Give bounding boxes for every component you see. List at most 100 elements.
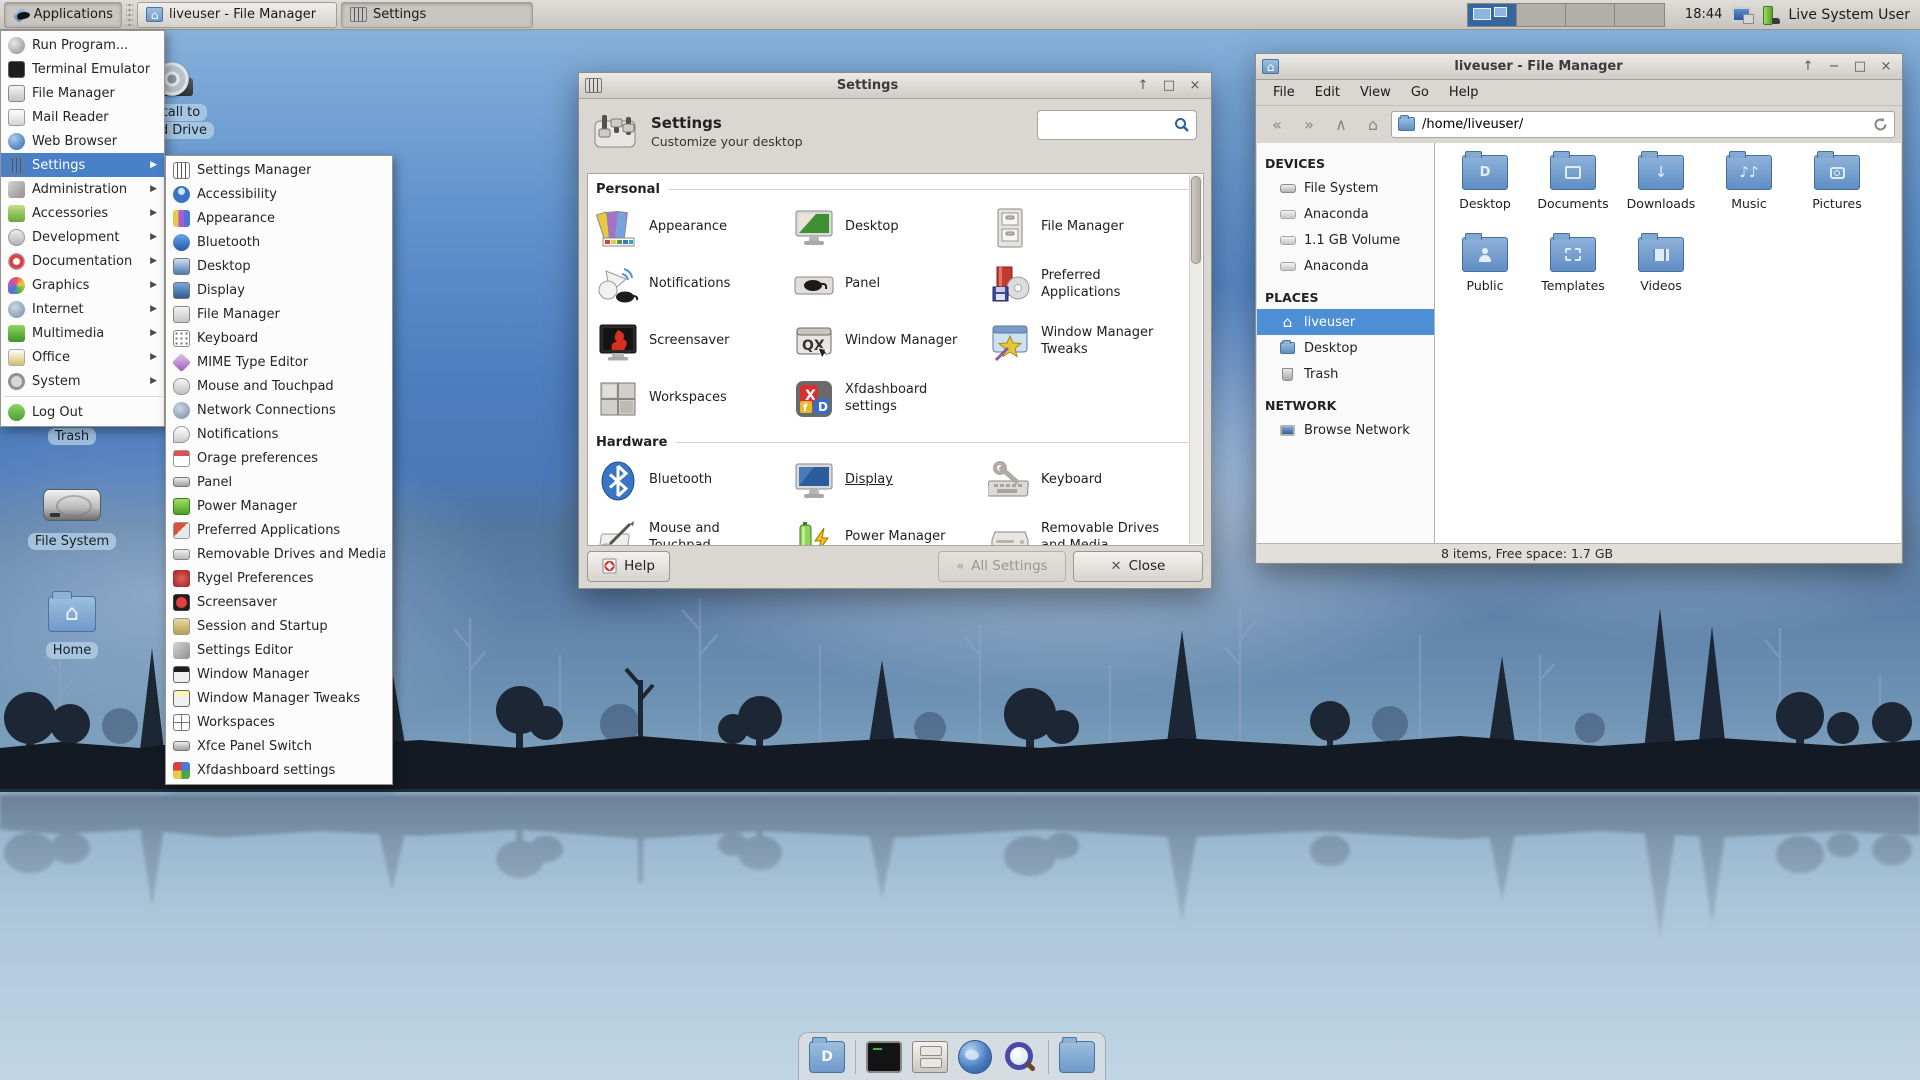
desktop-icon-file-system[interactable]: File System (17, 489, 127, 550)
dock-terminal-icon[interactable] (866, 1040, 902, 1073)
settings-window-titlebar[interactable]: Settings ↑ □ × (579, 73, 1211, 99)
folder-public[interactable]: Public (1441, 233, 1529, 319)
submenu-item-bluetooth[interactable]: Bluetooth (166, 230, 392, 254)
maximize-window-button[interactable]: □ (1850, 58, 1870, 76)
submenu-item-panel[interactable]: Panel (166, 470, 392, 494)
menu-item-multimedia[interactable]: Multimedia ▶ (1, 321, 164, 345)
settings-item-window-manager-tweaks[interactable]: Window Manager Tweaks (986, 313, 1182, 370)
submenu-item-power-manager[interactable]: Power Manager (166, 494, 392, 518)
settings-item-display[interactable]: Display (790, 452, 986, 509)
submenu-item-rygel-preferences[interactable]: Rygel Preferences (166, 566, 392, 590)
settings-search-input[interactable] (1044, 117, 1174, 133)
home-button[interactable]: ⌂ (1359, 111, 1387, 137)
help-button[interactable]: Help (587, 550, 670, 582)
dock-application-finder-icon[interactable] (1002, 1041, 1038, 1073)
menu-item-run-program[interactable]: Run Program... (1, 33, 164, 57)
submenu-item-orage-preferences[interactable]: Orage preferences (166, 446, 392, 470)
location-bar[interactable] (1391, 110, 1895, 138)
submenu-item-appearance[interactable]: Appearance (166, 206, 392, 230)
folder-pictures[interactable]: Pictures (1793, 151, 1881, 237)
submenu-item-window-manager-tweaks[interactable]: Window Manager Tweaks (166, 686, 392, 710)
folder-downloads[interactable]: ↓ Downloads (1617, 151, 1705, 237)
submenu-item-workspaces[interactable]: Workspaces (166, 710, 392, 734)
settings-item-desktop[interactable]: Desktop (790, 199, 986, 256)
settings-item-file-manager[interactable]: File Manager (986, 199, 1182, 256)
workspace-switcher[interactable] (1466, 2, 1665, 27)
menu-item-file-manager[interactable]: File Manager (1, 81, 164, 105)
dock-web-browser-icon[interactable] (958, 1039, 992, 1074)
workspace-4[interactable] (1614, 3, 1664, 26)
settings-item-xfdashboard-settings[interactable]: X f D Xfdashboard settings (790, 370, 986, 427)
menu-file[interactable]: File (1264, 82, 1304, 103)
file-manager-titlebar[interactable]: liveuser - File Manager ↑ − □ × (1256, 54, 1902, 80)
workspace-1[interactable] (1467, 3, 1517, 26)
submenu-item-settings-editor[interactable]: Settings Editor (166, 638, 392, 662)
folder-videos[interactable]: Videos (1617, 233, 1705, 319)
submenu-item-xfce-panel-switch[interactable]: Xfce Panel Switch (166, 734, 392, 758)
submenu-item-preferred-applications[interactable]: Preferred Applications (166, 518, 392, 542)
menu-item-development[interactable]: Development ▶ (1, 225, 164, 249)
sidebar-item-anaconda-2[interactable]: Anaconda (1257, 253, 1434, 279)
display-settings-tray-icon[interactable] (1732, 6, 1755, 24)
menu-item-accessories[interactable]: Accessories ▶ (1, 201, 164, 225)
menu-item-documentation[interactable]: Documentation ▶ (1, 249, 164, 273)
panel-clock[interactable]: 18:44 (1685, 7, 1722, 22)
menu-item-terminal-emulator[interactable]: Terminal Emulator (1, 57, 164, 81)
menu-view[interactable]: View (1351, 82, 1400, 103)
folder-desktop[interactable]: D Desktop (1441, 151, 1529, 237)
shade-window-button[interactable]: ↑ (1798, 58, 1818, 76)
settings-scrollbar[interactable] (1189, 175, 1202, 544)
sidebar-item-browse-network[interactable]: Browse Network (1257, 417, 1434, 443)
menu-item-mail-reader[interactable]: Mail Reader (1, 105, 164, 129)
submenu-item-desktop[interactable]: Desktop (166, 254, 392, 278)
workspace-3[interactable] (1565, 3, 1615, 26)
settings-search-box[interactable] (1037, 110, 1197, 140)
workspace-2[interactable] (1516, 3, 1566, 26)
submenu-item-session-and-startup[interactable]: Session and Startup (166, 614, 392, 638)
submenu-item-window-manager[interactable]: Window Manager (166, 662, 392, 686)
menu-item-graphics[interactable]: Graphics ▶ (1, 273, 164, 297)
dock-home-folder-icon[interactable] (1059, 1036, 1095, 1073)
submenu-item-display[interactable]: Display (166, 278, 392, 302)
sidebar-item-volume[interactable]: 1.1 GB Volume (1257, 227, 1434, 253)
dock-file-manager-icon[interactable] (912, 1040, 948, 1073)
menu-go[interactable]: Go (1402, 82, 1438, 103)
maximize-window-button[interactable]: □ (1159, 77, 1179, 95)
location-input[interactable] (1422, 116, 1866, 132)
submenu-item-notifications[interactable]: Notifications (166, 422, 392, 446)
sidebar-item-trash[interactable]: Trash (1257, 361, 1434, 387)
sidebar-item-anaconda-1[interactable]: Anaconda (1257, 201, 1434, 227)
submenu-item-keyboard[interactable]: Keyboard (166, 326, 392, 350)
battery-power-tray-icon[interactable] (1760, 5, 1781, 25)
submenu-item-mouse-and-touchpad[interactable]: Mouse and Touchpad (166, 374, 392, 398)
up-button[interactable]: ∧ (1327, 111, 1355, 137)
applications-menu-button[interactable]: Applications (4, 1, 122, 28)
submenu-item-file-manager[interactable]: File Manager (166, 302, 392, 326)
folder-music[interactable]: ♪♪ Music (1705, 151, 1793, 237)
close-window-button[interactable]: × (1876, 58, 1896, 76)
shade-window-button[interactable]: ↑ (1133, 77, 1153, 95)
submenu-item-screensaver[interactable]: Screensaver (166, 590, 392, 614)
all-settings-button[interactable]: « All Settings (938, 550, 1066, 582)
menu-item-system[interactable]: System ▶ (1, 369, 164, 393)
settings-item-screensaver[interactable]: Screensaver (594, 313, 790, 370)
sidebar-item-desktop[interactable]: Desktop (1257, 335, 1434, 361)
settings-item-panel[interactable]: Panel (790, 256, 986, 313)
back-button[interactable]: « (1263, 111, 1291, 137)
file-list-view[interactable]: D Desktop Documents ↓ Downloads ♪♪ Music… (1435, 143, 1901, 543)
settings-item-workspaces[interactable]: Workspaces (594, 370, 790, 427)
menu-help[interactable]: Help (1440, 82, 1488, 103)
submenu-item-accessibility[interactable]: Accessibility (166, 182, 392, 206)
reload-icon[interactable] (1873, 117, 1888, 132)
sidebar-item-file-system[interactable]: File System (1257, 175, 1434, 201)
submenu-item-xfdashboard-settings[interactable]: Xfdashboard settings (166, 758, 392, 782)
settings-item-keyboard[interactable]: Keyboard (986, 452, 1182, 509)
forward-button[interactable]: » (1295, 111, 1323, 137)
settings-item-preferred-applications[interactable]: Preferred Applications (986, 256, 1182, 313)
menu-item-internet[interactable]: Internet ▶ (1, 297, 164, 321)
close-window-button[interactable]: × (1185, 77, 1205, 95)
menu-item-log-out[interactable]: Log Out (1, 400, 164, 424)
settings-item-appearance[interactable]: Appearance (594, 199, 790, 256)
submenu-item-settings-manager[interactable]: Settings Manager (166, 158, 392, 182)
settings-item-mouse-and-touchpad[interactable]: Mouse and Touchpad (594, 509, 790, 545)
